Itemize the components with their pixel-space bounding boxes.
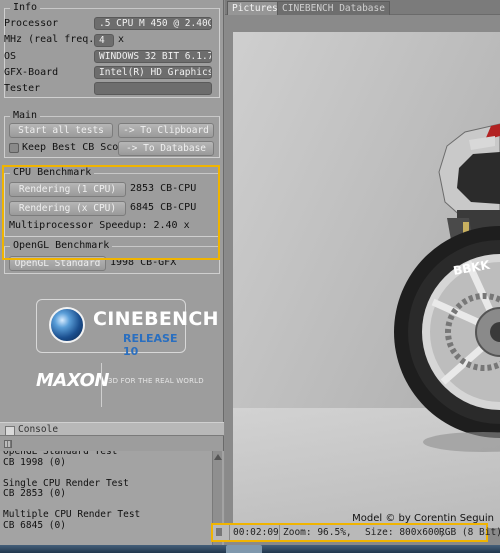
tab-pictures[interactable]: Pictures — [227, 1, 283, 15]
console-line: CB 6845 (0) — [3, 519, 66, 531]
taskbar-app-button[interactable] — [226, 545, 262, 553]
processor-field[interactable]: .5 CPU M 450 @ 2.40GHz — [94, 17, 212, 30]
motorbike-render: BBKK — [394, 123, 500, 452]
console-output: OpenGL Standard Test CB 1998 (0) Single C… — [3, 451, 210, 531]
maxon-tagline: 3D FOR THE REAL WORLD — [108, 377, 204, 385]
to-database-button[interactable]: -> To Database — [118, 141, 214, 156]
keep-best-checkbox[interactable] — [9, 143, 19, 153]
gfx-board-field[interactable]: Intel(R) HD Graphics — [94, 66, 212, 79]
to-clipboard-button[interactable]: -> To Clipboard — [118, 123, 214, 138]
start-all-tests-button[interactable]: Start all tests — [9, 123, 113, 138]
maxon-logo: MAXON — [36, 370, 109, 391]
os-taskbar — [0, 545, 500, 553]
render-time: 00:02:09 — [229, 525, 282, 540]
release-label: RELEASE 10 — [123, 332, 178, 358]
console-line: Multiple CPU Render Test — [3, 509, 141, 520]
left-panel: Info Processor .5 CPU M 450 @ 2.40GHz MH… — [0, 0, 224, 545]
status-grip-icon — [216, 528, 222, 536]
scroll-up-icon[interactable] — [214, 454, 222, 460]
cinebench-logo: CINEBENCH RELEASE 10 — [36, 299, 219, 358]
benchmark-highlight — [2, 165, 220, 260]
status-bar: 00:02:09 Zoom: 96.5%, Size: 800x600, RGB… — [211, 523, 500, 542]
console-panel[interactable]: OpenGL Standard Test CB 1998 (0) Single C… — [0, 451, 224, 545]
cinebench-sphere-icon — [49, 307, 85, 343]
info-group-title: Info — [10, 2, 41, 14]
pictures-panel: Pictures CINEBENCH Database BBKK Model ©… — [225, 0, 500, 545]
render-view: BBKK Model © by Corentin Seguin — [233, 32, 500, 528]
processor-label: Processor — [4, 18, 59, 29]
console-header: Console — [0, 422, 224, 436]
maxon-divider — [101, 363, 102, 407]
tab-cinebench-database[interactable]: CINEBENCH Database — [277, 1, 390, 15]
mhz-field[interactable]: 4 — [94, 34, 114, 47]
console-tab[interactable]: Console — [4, 424, 58, 436]
gfx-board-label: GFX-Board — [4, 67, 59, 78]
picture-tabs: Pictures CINEBENCH Database — [225, 0, 500, 15]
main-group-title: Main — [10, 110, 41, 122]
tester-label: Tester — [4, 83, 41, 94]
console-grip-icon[interactable] — [4, 440, 12, 448]
tester-field[interactable] — [94, 82, 212, 95]
zoom-level: Zoom: 96.5%, — [279, 525, 355, 540]
console-line: CB 2853 (0) — [3, 488, 66, 499]
cinebench-wordmark: CINEBENCH — [93, 308, 219, 330]
mhz-suffix: x — [118, 34, 125, 45]
console-line: CB 1998 (0) — [3, 456, 66, 468]
mhz-label: MHz (real freq.) — [4, 34, 101, 45]
os-label: OS — [4, 51, 17, 62]
color-depth: RGB (8 Bit) — [439, 527, 500, 538]
os-field[interactable]: WINDOWS 32 BIT 6.1.760 — [94, 50, 212, 63]
keep-best-label: Keep Best CB Score — [22, 142, 131, 153]
